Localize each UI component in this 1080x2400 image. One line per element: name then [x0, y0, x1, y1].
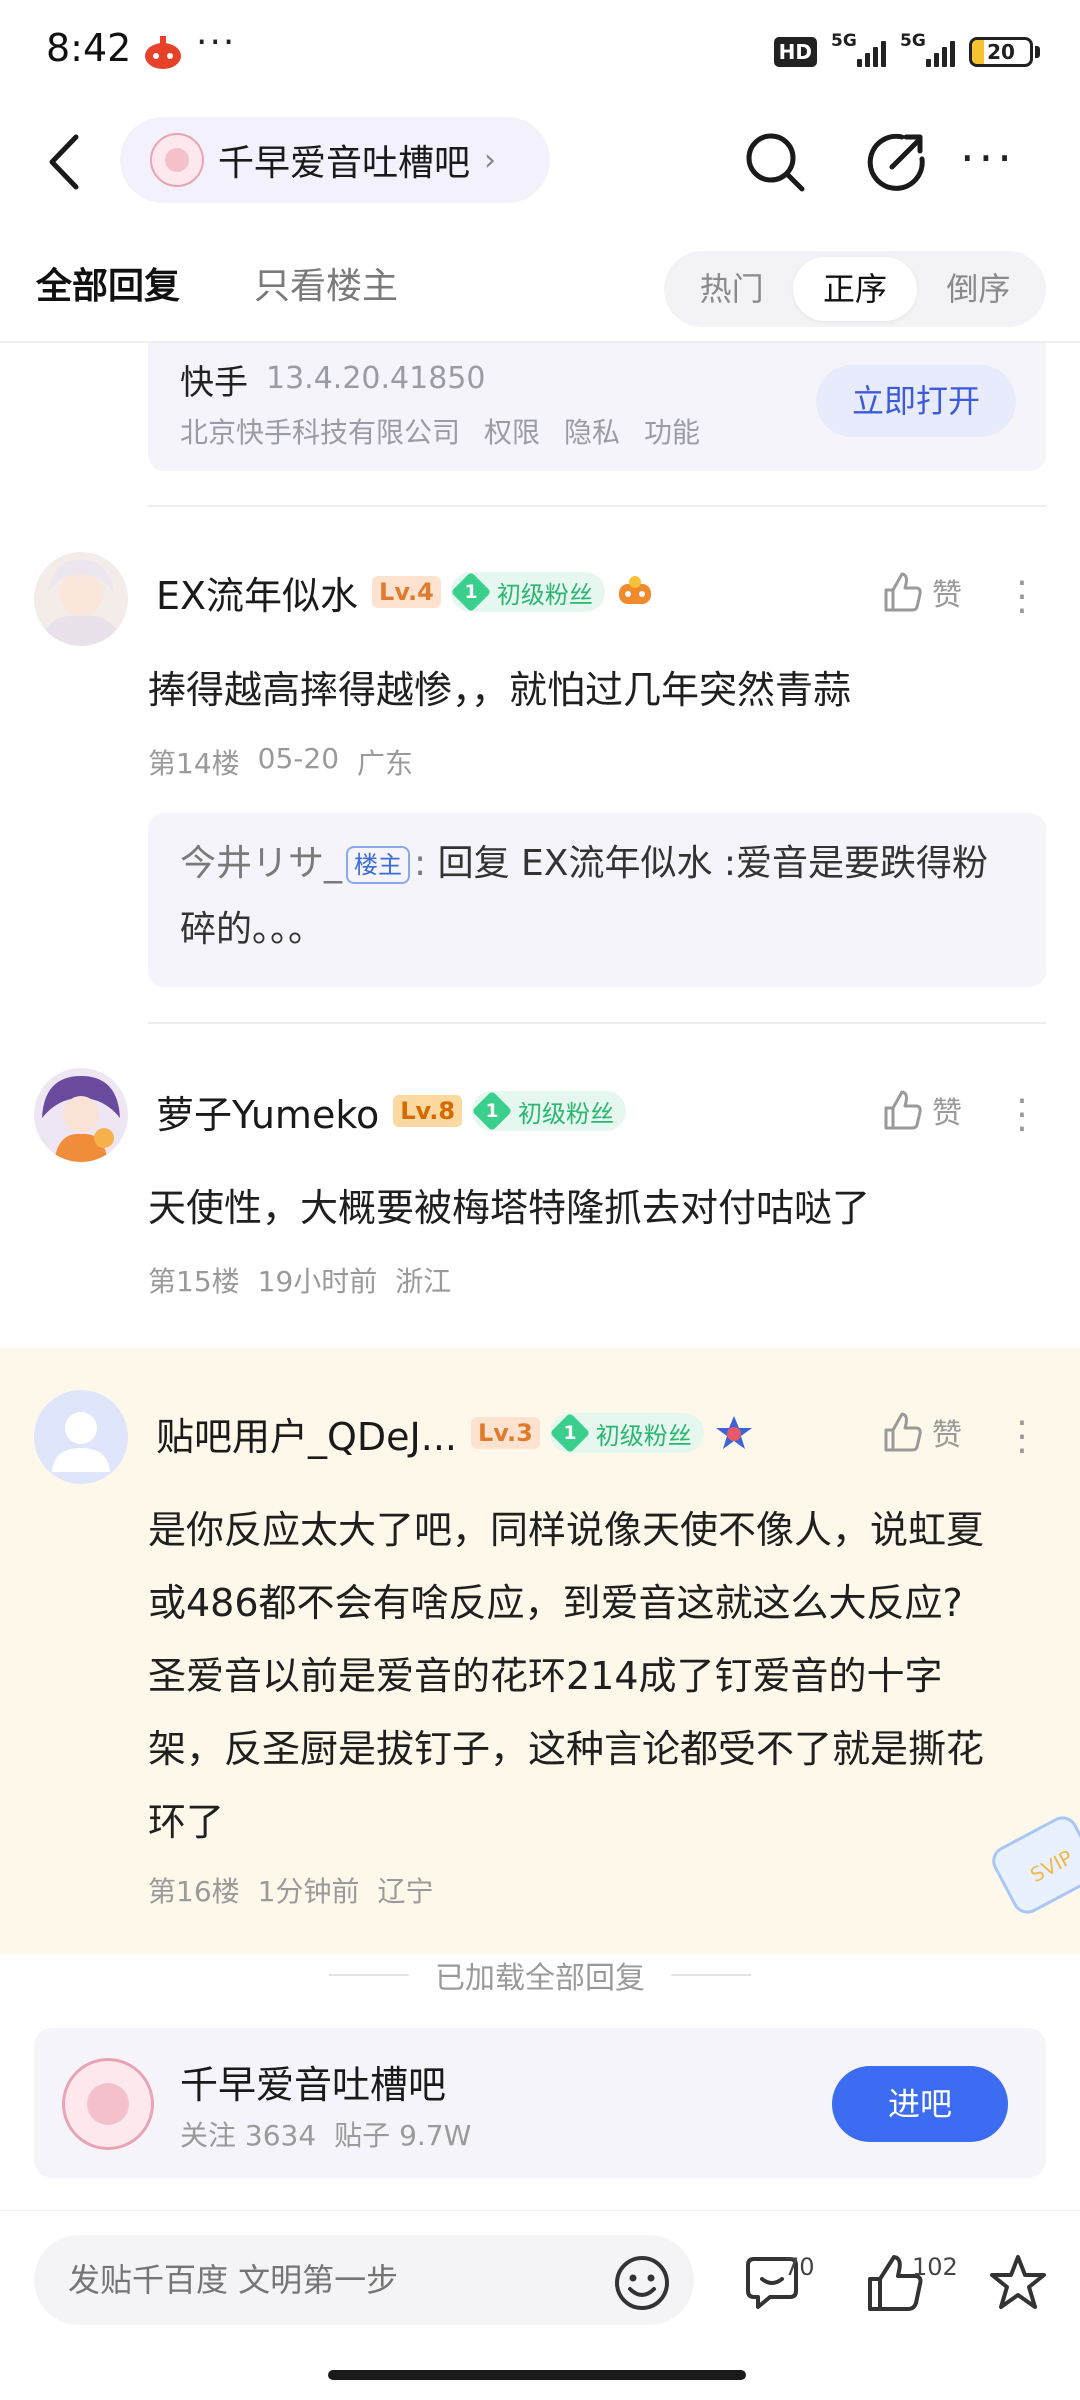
- app-company: 北京快手科技有限公司: [180, 416, 461, 449]
- user-info-row: EX流年似水 Lv.4 1 初级粉丝: [156, 565, 655, 620]
- sort-desc-button[interactable]: 倒序: [917, 257, 1040, 321]
- hd-icon: HD: [773, 37, 817, 67]
- like-button[interactable]: 赞: [880, 570, 962, 614]
- post-more-icon[interactable]: · · ·: [1012, 566, 1032, 630]
- fan-badge: 1 初级粉丝: [549, 1412, 704, 1454]
- username[interactable]: 萝子Yumeko: [156, 1084, 379, 1139]
- forum-avatar: [62, 2058, 154, 2150]
- forum-post-count: 贴子 9.7W: [334, 2119, 472, 2152]
- search-icon[interactable]: [740, 127, 810, 197]
- forum-stats: 关注 3634 贴子 9.7W: [180, 2114, 471, 2154]
- share-edit-icon[interactable]: [862, 127, 932, 197]
- signal-icon-1: 5G: [831, 31, 886, 67]
- user-avatar[interactable]: [34, 552, 128, 646]
- divider: [148, 1022, 1046, 1024]
- forum-avatar: [150, 133, 204, 187]
- level-badge: Lv.4: [372, 576, 441, 608]
- fan-gem-icon: 1: [471, 1090, 513, 1132]
- thumbs-up-icon: [884, 1090, 922, 1130]
- sort-hot-button[interactable]: 热门: [670, 257, 793, 321]
- user-info-row: 萝子Yumeko Lv.8 1 初级粉丝: [156, 1084, 627, 1139]
- post-more-icon[interactable]: · · ·: [1012, 1084, 1032, 1148]
- status-indicators: HD 5G 5G 20: [773, 31, 1040, 72]
- status-bar: 8:42 ··· HD 5G 5G 20: [0, 0, 1080, 105]
- rank-star-badge-icon: [715, 1416, 752, 1449]
- post-time: 05-20: [257, 742, 340, 775]
- sub-reply-box[interactable]: 今井リサ_ 楼主: 回复 EX流年似水 :爱音是要跌得粉碎的。。。: [148, 813, 1046, 987]
- user-avatar[interactable]: [34, 1390, 128, 1484]
- post-text: 天使性，大概要被梅塔特隆抓去对付咕哒了: [148, 1186, 871, 1230]
- post-location: 浙江: [395, 1265, 452, 1298]
- app-name: 快手: [180, 363, 248, 403]
- status-more-dots: ···: [196, 22, 237, 63]
- reply-tabs: 全部回复 只看楼主 热门 正序 倒序: [0, 235, 1080, 343]
- signal-icon-2: 5G: [900, 31, 955, 67]
- post-time: 19小时前: [257, 1265, 378, 1298]
- emoji-icon[interactable]: [612, 2253, 672, 2313]
- sort-asc-button[interactable]: 正序: [793, 257, 917, 321]
- post-meta: 第14楼 05-20 广东: [148, 742, 413, 782]
- host-badge: 楼主: [346, 846, 411, 884]
- app-download-card: 快手 13.4.20.41850 北京快手科技有限公司 权限 隐私 功能 立即打…: [148, 343, 1046, 471]
- post-meta: 第16楼 1分钟前 辽宁: [148, 1870, 433, 1910]
- forum-follow-count: 关注 3634: [180, 2119, 317, 2152]
- forum-info-card[interactable]: 千早爱音吐槽吧 关注 3634 贴子 9.7W 进吧: [34, 2028, 1046, 2178]
- post-text: 捧得越高摔得越惨，，就怕过几年突然青蒜: [148, 668, 852, 712]
- post-text: 是你反应太大了吧，同样说像天使不像人，说虹夏 或486都不会有啥反应，到爱音这就…: [148, 1508, 985, 1844]
- comment-count: 70: [784, 2253, 815, 2281]
- thumbs-up-icon: [884, 1412, 922, 1452]
- loaded-all-indicator: 已加载全部回复: [0, 1950, 1080, 2000]
- open-app-button[interactable]: 立即打开: [816, 365, 1016, 437]
- like-button[interactable]: 赞: [880, 1410, 962, 1454]
- level-badge: Lv.3: [471, 1417, 540, 1449]
- star-favorite-icon[interactable]: [986, 2251, 1050, 2315]
- level-badge: Lv.8: [393, 1095, 463, 1127]
- sort-toggle: 热门 正序 倒序: [664, 251, 1046, 327]
- more-options-icon[interactable]: ···: [960, 131, 1060, 201]
- tab-all-replies[interactable]: 全部回复: [36, 257, 180, 309]
- app-features-link[interactable]: 功能: [644, 411, 700, 451]
- floor-number: 第15楼: [148, 1265, 240, 1298]
- user-avatar[interactable]: [34, 1068, 128, 1162]
- username[interactable]: EX流年似水: [156, 565, 358, 620]
- app-permissions-link[interactable]: 权限: [484, 411, 540, 451]
- fan-badge: 1 初级粉丝: [450, 571, 605, 613]
- user-info-row: 贴吧用户_QDeJ... Lv.3 1 初级粉丝: [156, 1406, 754, 1461]
- battery-icon: 20: [969, 37, 1033, 67]
- username[interactable]: 贴吧用户_QDeJ...: [156, 1406, 457, 1461]
- post-location: 广东: [357, 747, 414, 780]
- compose-reply-input[interactable]: [34, 2235, 694, 2325]
- like-count: 102: [912, 2253, 958, 2281]
- enter-forum-button[interactable]: 进吧: [832, 2066, 1008, 2142]
- fan-badge: 1 初级粉丝: [471, 1090, 627, 1132]
- post-meta: 第15楼 19小时前 浙江: [148, 1260, 451, 1300]
- post-location: 辽宁: [377, 1875, 434, 1908]
- divider: [148, 505, 1046, 507]
- app-privacy-link[interactable]: 隐私: [564, 411, 620, 451]
- game-badge-icon: [618, 576, 651, 604]
- chevron-right-icon: ›: [484, 142, 497, 178]
- sub-reply-user[interactable]: 今井リサ_: [180, 843, 342, 884]
- fan-gem-icon: 1: [549, 1412, 591, 1454]
- post-more-icon[interactable]: · · ·: [1012, 1406, 1032, 1470]
- app-version: 13.4.20.41850: [266, 361, 486, 396]
- forum-name: 千早爱音吐槽吧: [218, 143, 471, 184]
- app-meta: 北京快手科技有限公司 权限 隐私 功能: [180, 411, 700, 451]
- status-time: 8:42: [46, 26, 132, 70]
- forum-pill-button[interactable]: 千早爱音吐槽吧 ›: [120, 117, 550, 203]
- post-time: 1分钟前: [257, 1875, 360, 1908]
- fan-gem-icon: 1: [450, 571, 492, 613]
- app-notification-icon: [145, 36, 181, 69]
- svip-sticker-icon[interactable]: SVIP: [990, 1810, 1080, 1930]
- floor-number: 第14楼: [148, 747, 240, 780]
- forum-card-name: 千早爱音吐槽吧: [180, 2063, 447, 2107]
- floor-number: 第16楼: [148, 1875, 240, 1908]
- like-button[interactable]: 赞: [880, 1088, 962, 1132]
- home-indicator[interactable]: [328, 2370, 746, 2380]
- back-arrow-icon[interactable]: [40, 127, 90, 197]
- top-nav: 千早爱音吐槽吧 › ···: [0, 105, 1080, 215]
- thumbs-up-icon: [884, 572, 922, 612]
- tab-host-only[interactable]: 只看楼主: [254, 257, 398, 309]
